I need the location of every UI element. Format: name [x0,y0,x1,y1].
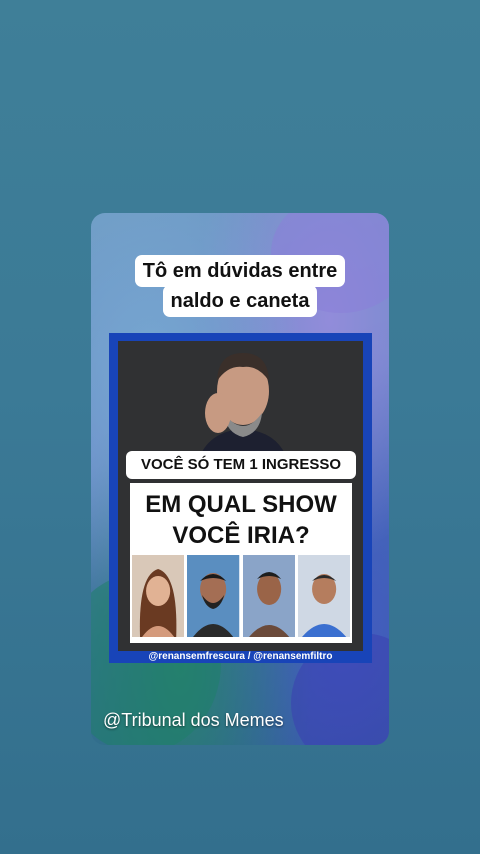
question-text: EM QUAL SHOW VOCÊ IRIA? [130,489,352,551]
story-card[interactable]: Tô em dúvidas entre naldo e caneta VOCÊ … [91,213,389,745]
video-frame[interactable]: VOCÊ SÓ TEM 1 INGRESSO EM QUAL SHOW VOCÊ… [109,333,372,663]
question-card: EM QUAL SHOW VOCÊ IRIA? [130,483,352,643]
artist-photo-3 [242,555,295,637]
artist-photo-2 [187,555,240,637]
video-player[interactable]: VOCÊ SÓ TEM 1 INGRESSO EM QUAL SHOW VOCÊ… [118,341,363,651]
question-line-2: VOCÊ IRIA? [172,522,310,549]
caption: Tô em dúvidas entre naldo e caneta [91,255,389,317]
creator-handles: @renansemfrescura / @renansemfiltro [148,651,333,662]
artist-photo-1 [132,555,185,637]
caption-line-2: naldo e caneta [162,285,318,317]
artist-photos [132,555,350,637]
ticket-banner: VOCÊ SÓ TEM 1 INGRESSO [126,451,356,479]
caption-line-1: Tô em dúvidas entre [134,255,346,287]
artist-photo-4 [297,555,350,637]
man-thinking-image [188,341,298,461]
question-line-1: EM QUAL SHOW [145,491,337,518]
watermark: @Tribunal dos Memes [103,710,284,730]
